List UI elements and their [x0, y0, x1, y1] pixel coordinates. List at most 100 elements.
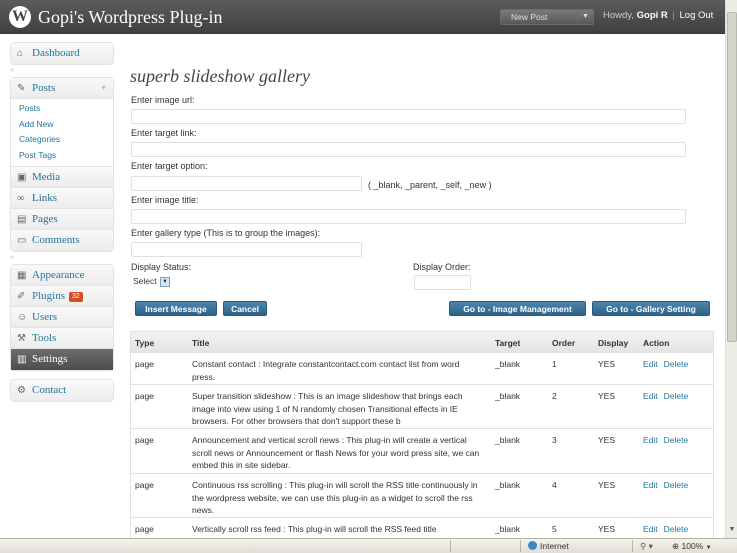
display-status-select[interactable]: Select ▼: [133, 276, 170, 290]
chevron-down-icon[interactable]: ▼: [160, 276, 170, 287]
sidebar-item-tools[interactable]: ⚒ Tools: [11, 327, 113, 349]
gallery-type-label: Enter gallery type (This is to group the…: [131, 228, 321, 238]
row-actions: Edit Delete: [643, 479, 694, 492]
table-row: page Constant contact : Integrate consta…: [131, 353, 713, 385]
column-header-type: Type: [135, 338, 155, 348]
home-icon: ⌂: [17, 48, 24, 59]
security-zone: Internet: [528, 541, 569, 551]
column-header-order: Order: [552, 338, 576, 348]
sidebar-item-links[interactable]: ∞ Links: [11, 187, 113, 209]
row-actions: Edit Delete: [643, 358, 694, 371]
row-order: 4: [552, 480, 557, 490]
sidebar-item-label: Comments: [32, 233, 80, 246]
vertical-scrollbar[interactable]: ▼: [725, 0, 737, 538]
menu-group-admin: ▦ Appearance ✐ Plugins 32 ☺ Users ⚒ Tools ▥ Se…: [10, 263, 114, 371]
row-target: _blank: [495, 480, 521, 490]
separator: |: [672, 10, 675, 21]
sidebar-item-comments[interactable]: ▭ Comments: [11, 229, 113, 251]
sidebar-item-label: Links: [32, 191, 58, 204]
zoom-control[interactable]: ⊕ 100% ▼: [672, 541, 712, 552]
settings-icon: ▥: [17, 353, 27, 365]
target-option-field[interactable]: [131, 176, 362, 191]
insert-message-button[interactable]: Insert Message: [135, 301, 217, 316]
zoom-level: 100%: [681, 541, 704, 551]
wordpress-logo-icon[interactable]: W: [9, 6, 31, 28]
row-display: YES: [598, 391, 616, 401]
row-display: YES: [598, 359, 616, 369]
table-row: page Continuous rss scrolling : This plu…: [131, 474, 713, 518]
row-type: page: [135, 524, 154, 534]
row-type: page: [135, 391, 154, 401]
delete-link[interactable]: Delete: [664, 359, 689, 369]
edit-link[interactable]: Edit: [643, 391, 658, 401]
target-option-label: Enter target option:: [131, 161, 208, 171]
sidebar-item-label: Posts: [32, 82, 56, 94]
chevron-down-icon[interactable]: ▼: [577, 10, 593, 24]
table-header: Type Title Target Order Display Action: [131, 332, 713, 353]
display-order-field[interactable]: [414, 275, 471, 290]
submenu-item-add-new[interactable]: Add New: [19, 117, 113, 133]
sidebar-item-users[interactable]: ☺ Users: [11, 306, 113, 328]
browser-status-bar: Internet ⚲ ▾ ⊕ 100% ▼: [0, 538, 737, 553]
row-type: page: [135, 480, 154, 490]
edit-link[interactable]: Edit: [643, 359, 658, 369]
sidebar-item-label: Media: [32, 170, 61, 183]
admin-header: W Gopi's Wordpress Plug-in New Post ▼ Ho…: [0, 0, 725, 34]
sidebar-item-plugins[interactable]: ✐ Plugins 32: [11, 285, 113, 307]
gallery-setting-button[interactable]: Go to - Gallery Setting: [592, 301, 710, 316]
howdy-text: Howdy,: [603, 10, 634, 21]
sidebar-item-dashboard[interactable]: ⌂ Dashboard: [11, 43, 113, 64]
sidebar-item-label: Tools: [32, 331, 57, 344]
scrollbar-thumb[interactable]: [727, 12, 737, 342]
zone-label: Internet: [540, 541, 569, 551]
gallery-type-field[interactable]: [131, 242, 362, 257]
target-link-field[interactable]: [131, 142, 686, 157]
sidebar-item-posts[interactable]: ✎ Posts ▼: [11, 78, 113, 99]
sidebar-item-label: Settings: [32, 352, 68, 365]
protected-mode-icon[interactable]: ⚲ ▾: [640, 541, 653, 552]
edit-link[interactable]: Edit: [643, 524, 658, 534]
edit-link[interactable]: Edit: [643, 435, 658, 445]
submenu-item-post-tags[interactable]: Post Tags: [19, 148, 113, 164]
image-title-field[interactable]: [131, 209, 686, 224]
chevron-down-icon[interactable]: ▼: [706, 545, 712, 551]
column-header-action: Action: [643, 338, 670, 348]
zoom-icon: ⊕: [672, 541, 680, 551]
sidebar-item-media[interactable]: ▣ Media: [11, 166, 113, 188]
row-title: Continuous rss scrolling : This plug-in …: [192, 480, 478, 515]
menu-separator: «: [10, 67, 14, 74]
sidebar-item-label: Pages: [32, 212, 58, 225]
appearance-icon: ▦: [17, 269, 27, 281]
delete-link[interactable]: Delete: [664, 435, 689, 445]
row-type: page: [135, 435, 154, 445]
delete-link[interactable]: Delete: [664, 391, 689, 401]
submenu-item-categories[interactable]: Categories: [19, 132, 113, 148]
delete-link[interactable]: Delete: [664, 480, 689, 490]
logout-link[interactable]: Log Out: [680, 10, 714, 21]
plugins-update-badge: 32: [69, 291, 83, 302]
row-title: Vertically scroll rss feed : This plug-i…: [192, 524, 437, 534]
chevron-down-icon[interactable]: ▼: [100, 78, 107, 98]
sidebar-item-label: Appearance: [32, 268, 85, 281]
sidebar-item-appearance[interactable]: ▦ Appearance: [11, 264, 113, 286]
delete-link[interactable]: Delete: [664, 524, 689, 534]
user-name-link[interactable]: Gopi R: [637, 10, 668, 21]
image-title-label: Enter image title:: [131, 195, 199, 205]
sidebar-item-contact[interactable]: ⚙ Contact: [11, 379, 113, 401]
row-order: 2: [552, 391, 557, 401]
link-icon: ∞: [17, 192, 25, 204]
user-greeting: Howdy, Gopi R | Log Out: [603, 10, 713, 21]
site-title[interactable]: Gopi's Wordpress Plug-in: [38, 6, 222, 28]
sidebar-item-pages[interactable]: ▤ Pages: [11, 208, 113, 230]
sidebar-item-label: Dashboard: [32, 47, 80, 59]
image-url-field[interactable]: [131, 109, 686, 124]
row-display: YES: [598, 435, 616, 445]
row-actions: Edit Delete: [643, 390, 694, 403]
scroll-down-icon[interactable]: ▼: [727, 526, 737, 536]
sidebar-item-settings[interactable]: ▥ Settings: [11, 348, 113, 370]
cancel-button[interactable]: Cancel: [223, 301, 267, 316]
new-post-dropdown[interactable]: New Post ▼: [500, 9, 594, 25]
edit-link[interactable]: Edit: [643, 480, 658, 490]
image-management-button[interactable]: Go to - Image Management: [449, 301, 586, 316]
submenu-item-posts[interactable]: Posts: [19, 101, 113, 117]
